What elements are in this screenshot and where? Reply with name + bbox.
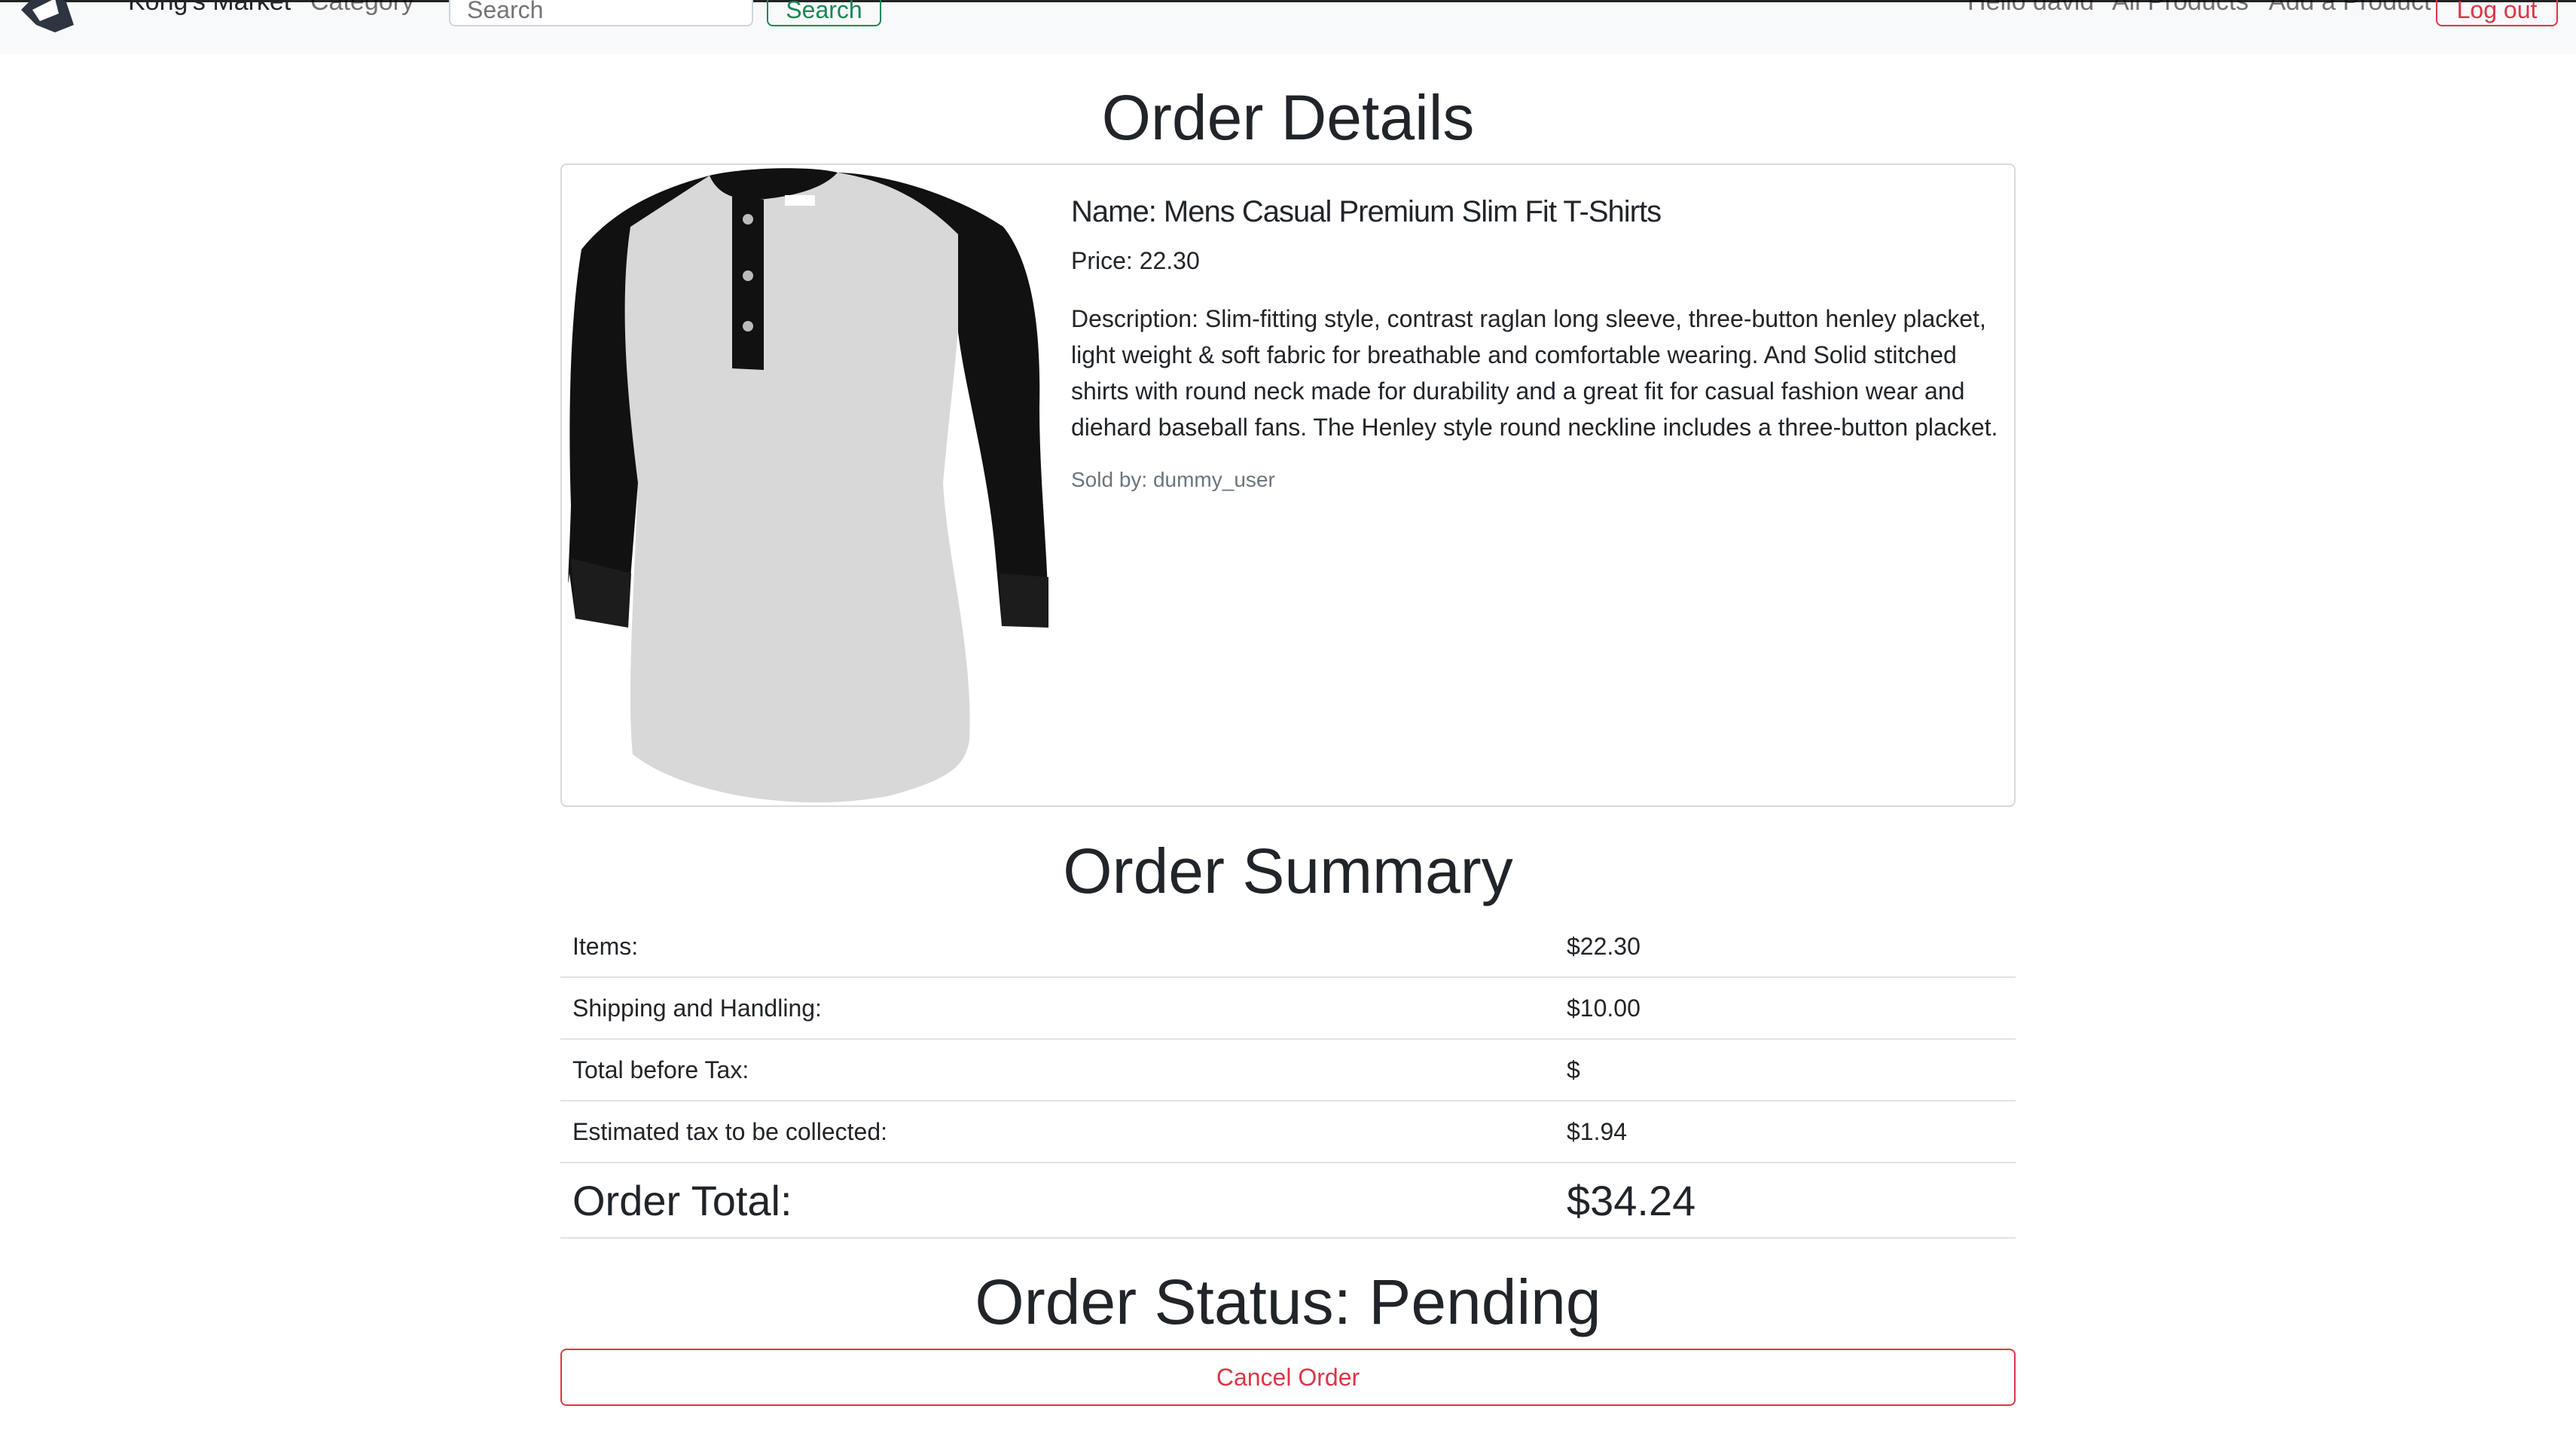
summary-value: $1.94: [1555, 1101, 2016, 1163]
summary-value: $10.00: [1555, 977, 2016, 1040]
order-summary-table: Items: $22.30 Shipping and Handling: $10…: [560, 916, 2016, 1239]
cancel-order-button[interactable]: Cancel Order: [560, 1349, 2016, 1406]
product-name: Name: Mens Casual Premium Slim Fit T-Shi…: [1071, 195, 1662, 228]
table-row: Items: $22.30: [560, 916, 2016, 978]
product-card: Name: Mens Casual Premium Slim Fit T-Shi…: [560, 163, 2016, 807]
summary-label: Items:: [560, 916, 1555, 978]
category-dropdown[interactable]: Category: [310, 0, 414, 14]
search-input[interactable]: [449, 0, 753, 26]
table-row: Total before Tax: $: [560, 1039, 2016, 1102]
order-total-label: Order Total:: [560, 1163, 1555, 1239]
summary-label: Shipping and Handling:: [560, 977, 1555, 1040]
order-total-row: Order Total: $34.24: [560, 1163, 2016, 1239]
summary-value: $: [1555, 1039, 2016, 1102]
top-navbar: Kong's Market Category Search Hello davi…: [0, 0, 2576, 54]
henley-raglan-shirt-image: [568, 168, 1048, 802]
summary-value: $22.30: [1555, 916, 2016, 978]
product-info: Name: Mens Casual Premium Slim Fit T-Shi…: [1071, 194, 2002, 492]
order-total-value: $34.24: [1555, 1163, 2016, 1239]
knight-helmet-logo-icon[interactable]: [14, 0, 81, 37]
table-row: Estimated tax to be collected: $1.94: [560, 1101, 2016, 1163]
product-description: Description: Slim-fitting style, contras…: [1071, 305, 1998, 442]
all-products-link[interactable]: All Products: [2112, 0, 2248, 14]
add-product-link[interactable]: Add a Product: [2269, 0, 2431, 14]
product-seller: Sold by: dummy_user: [1071, 468, 1275, 492]
order-summary-title: Order Summary: [1063, 836, 1513, 906]
summary-label: Total before Tax:: [560, 1039, 1555, 1102]
brand-link[interactable]: Kong's Market: [128, 0, 291, 14]
order-details-title: Order Details: [1101, 82, 1475, 153]
logout-button[interactable]: Log out: [2436, 0, 2558, 26]
greeting-link[interactable]: Hello david: [1967, 0, 2094, 14]
order-status-title: Order Status: Pending: [975, 1267, 1601, 1337]
product-price: Price: 22.30: [1071, 247, 1200, 274]
summary-label: Estimated tax to be collected:: [560, 1101, 1555, 1163]
search-button[interactable]: Search: [767, 0, 881, 26]
table-row: Shipping and Handling: $10.00: [560, 977, 2016, 1040]
